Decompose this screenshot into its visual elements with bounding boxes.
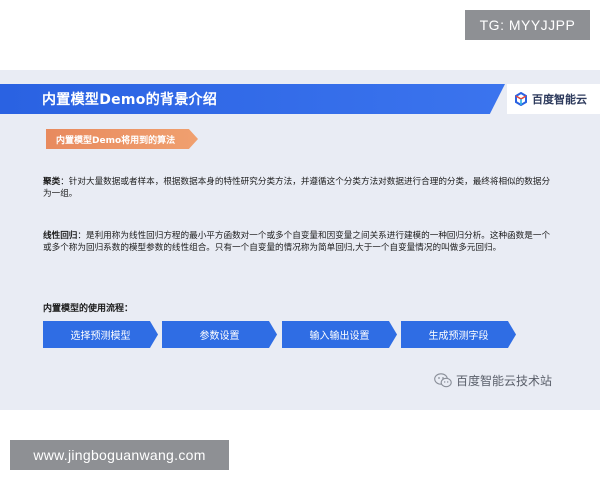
slide-title: 内置模型Demo的背景介绍 <box>42 92 218 108</box>
step-select-model: 选择预测模型 <box>43 321 158 348</box>
wechat-account: 百度智能云技术站 <box>434 372 552 389</box>
section-tag: 内置模型Demo将用到的算法 <box>46 129 198 149</box>
step-generate-field: 生成预测字段 <box>401 321 516 348</box>
step-io-settings: 输入输出设置 <box>282 321 397 348</box>
brand-logo: 百度智能云 <box>507 84 600 114</box>
regression-term: 线性回归 <box>43 231 78 241</box>
regression-text: ：是利用称为线性回归方程的最小平方函数对一个或多个自变量和因变量之间关系进行建模… <box>43 231 551 253</box>
tg-watermark: TG: MYYJJPP <box>465 10 590 40</box>
wechat-account-name: 百度智能云技术站 <box>456 374 553 388</box>
step-parameter-settings: 参数设置 <box>162 321 277 348</box>
clustering-text: ：针对大量数据或者样本，根据数据本身的特性研究分类方法，并遵循这个分类方法对数据… <box>43 177 551 199</box>
baidu-cloud-logo-icon <box>515 92 527 106</box>
slide: 内置模型Demo的背景介绍 百度智能云 内置模型Demo将用到的算法 聚类：针对… <box>0 70 600 410</box>
url-watermark: www.jingboguanwang.com <box>10 440 229 470</box>
regression-paragraph: 线性回归：是利用称为线性回归方程的最小平方函数对一个或多个自变量和因变量之间关系… <box>43 230 558 254</box>
wechat-icon <box>434 373 452 388</box>
clustering-paragraph: 聚类：针对大量数据或者样本，根据数据本身的特性研究分类方法，并遵循这个分类方法对… <box>43 176 553 200</box>
page: TG: MYYJJPP 内置模型Demo的背景介绍 百度智能云 内置模型Demo… <box>0 0 600 480</box>
brand-name: 百度智能云 <box>532 93 587 106</box>
flow-title: 内置模型的使用流程： <box>43 304 134 314</box>
clustering-term: 聚类 <box>43 177 61 187</box>
